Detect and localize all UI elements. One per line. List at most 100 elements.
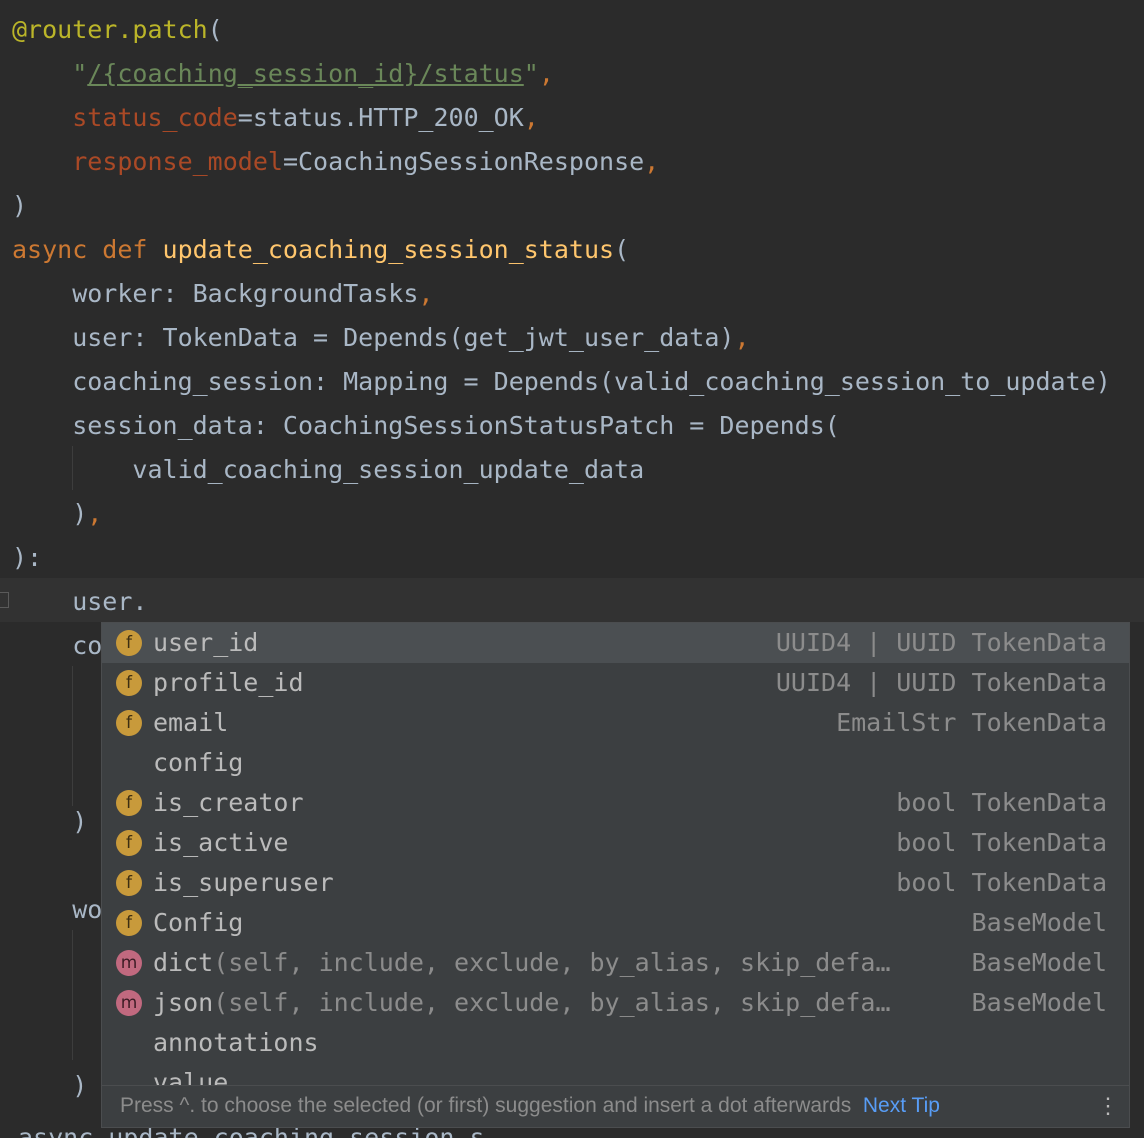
code-token: ( — [207, 15, 223, 44]
completion-item-name: profile_id — [153, 663, 304, 703]
completion-popup[interactable]: f user_id UUID4 | UUID TokenData f profile_i… — [101, 622, 1130, 1128]
completion-item-type: BaseModel — [971, 948, 1107, 977]
completion-item[interactable]: f user_id UUID4 | UUID TokenData — [102, 623, 1129, 663]
completion-item-type: UUID4 | UUID TokenData — [775, 628, 1107, 657]
code-token: coaching_session: Mapping = Depends(vali… — [12, 367, 1111, 396]
completion-item-label: dict — [153, 948, 214, 977]
code-token: ) — [12, 499, 88, 528]
code-token: status_code — [72, 103, 238, 132]
completion-item[interactable]: f email EmailStr TokenData — [102, 703, 1129, 743]
code-line: @router.patch( — [12, 8, 223, 52]
completion-item-label: value — [153, 1068, 229, 1085]
method-icon: m — [116, 950, 142, 976]
next-tip-link[interactable]: Next Tip — [863, 1094, 940, 1117]
completion-item-label: is_creator — [153, 788, 304, 817]
code-line: user: TokenData = Depends(get_jwt_user_d… — [12, 316, 750, 360]
indent-guide — [72, 666, 73, 806]
completion-item-label: annotations — [153, 1028, 319, 1057]
completion-item-signature: (self, include, exclude, by_alias, skip_… — [213, 948, 891, 977]
completion-item[interactable]: m dict(self, include, exclude, by_alias, … — [102, 943, 1129, 983]
code-line: ) — [12, 184, 27, 228]
completion-item-name: is_creator — [153, 783, 304, 823]
fold-marker-icon[interactable] — [0, 592, 9, 608]
completion-item[interactable]: value — [102, 1063, 1129, 1085]
completion-item[interactable]: f is_creator bool TokenData — [102, 783, 1129, 823]
completion-item[interactable]: f Config BaseModel — [102, 903, 1129, 943]
more-options-icon[interactable]: ⋮ — [1097, 1086, 1119, 1126]
completion-item-name: value — [153, 1063, 228, 1085]
completion-list[interactable]: f user_id UUID4 | UUID TokenData f profile_i… — [102, 623, 1129, 1085]
code-token: ) — [12, 191, 28, 220]
completion-item-type: BaseModel — [971, 988, 1107, 1017]
code-line: worker: BackgroundTasks, — [12, 272, 433, 316]
current-line-highlight — [0, 578, 1144, 622]
completion-footer: Press ^. to choose the selected (or firs… — [102, 1085, 1129, 1127]
completion-item-label: is_superuser — [153, 868, 334, 897]
completion-item[interactable]: config — [102, 743, 1129, 783]
code-token: valid_coaching_session_update_data — [12, 455, 645, 484]
code-line: "/{coaching_session_id}/status", — [12, 52, 554, 96]
completion-item-label: json — [153, 988, 214, 1017]
completion-item-name: annotations — [153, 1023, 319, 1063]
completion-item-name: email — [153, 703, 228, 743]
code-line: coaching_session: Mapping = Depends(vali… — [12, 360, 1111, 404]
code-token: " — [72, 59, 88, 88]
field-icon: f — [116, 790, 142, 816]
code-token: wo — [12, 895, 103, 924]
code-token: ) — [12, 807, 88, 836]
completion-item-label: profile_id — [153, 668, 304, 697]
completion-item[interactable]: f profile_id UUID4 | UUID TokenData — [102, 663, 1129, 703]
field-icon: f — [116, 910, 142, 936]
completion-item[interactable]: m json(self, include, exclude, by_alias, … — [102, 983, 1129, 1023]
field-icon: f — [116, 670, 142, 696]
code-token: user. — [12, 587, 148, 616]
completion-item-name: json(self, include, exclude, by_alias, s… — [153, 983, 891, 1023]
code-line: ): — [12, 536, 42, 580]
completion-item-name: Config — [153, 903, 243, 943]
code-line: async def update_coaching_session_status… — [12, 228, 629, 272]
indent-guide — [72, 930, 73, 1060]
completion-item-type: UUID4 | UUID TokenData — [775, 668, 1107, 697]
completion-item-name: is_active — [153, 823, 288, 863]
code-token: ) — [12, 1071, 88, 1100]
code-token: " — [523, 59, 539, 88]
code-line: status_code=status.HTTP_200_OK, — [12, 96, 539, 140]
code-line: valid_coaching_session_update_data — [12, 448, 644, 492]
field-icon: f — [116, 870, 142, 896]
completion-hint: Press ^. to choose the selected (or firs… — [120, 1086, 940, 1126]
code-line: ), — [12, 492, 102, 536]
code-token: , — [734, 323, 750, 352]
completion-item-name: user_id — [153, 623, 258, 663]
code-token: @router.patch — [12, 15, 208, 44]
completion-item-type: bool TokenData — [896, 828, 1107, 857]
partial-code-line: async update_coaching_session_s — [18, 1123, 485, 1138]
completion-item-label: config — [153, 748, 244, 777]
code-token: , — [644, 147, 660, 176]
field-icon: f — [116, 710, 142, 736]
code-token: , — [523, 103, 539, 132]
completion-hint-text: Press ^. to choose the selected (or firs… — [120, 1094, 852, 1117]
code-line: session_data: CoachingSessionStatusPatch… — [12, 404, 840, 448]
completion-item[interactable]: annotations — [102, 1023, 1129, 1063]
code-token: =status.HTTP_200_OK — [237, 103, 524, 132]
completion-item[interactable]: f is_active bool TokenData — [102, 823, 1129, 863]
code-token: co — [12, 631, 103, 660]
completion-item-type: BaseModel — [971, 908, 1107, 937]
code-token: , — [87, 499, 103, 528]
completion-item-type: EmailStr TokenData — [836, 708, 1107, 737]
completion-item[interactable]: f is_superuser bool TokenData — [102, 863, 1129, 903]
code-line: co — [12, 624, 102, 668]
code-line: wo — [12, 888, 102, 932]
completion-item-name: dict(self, include, exclude, by_alias, s… — [153, 943, 891, 983]
completion-item-label: is_active — [153, 828, 289, 857]
code-token: session_data: CoachingSessionStatusPatch… — [12, 411, 840, 440]
completion-item-name: config — [153, 743, 243, 783]
code-token: ( — [614, 235, 630, 264]
code-token: /{coaching_session_id}/status — [87, 59, 524, 88]
code-line: response_model=CoachingSessionResponse, — [12, 140, 659, 184]
completion-item-label: user_id — [153, 628, 259, 657]
code-line: ) — [12, 1064, 87, 1108]
